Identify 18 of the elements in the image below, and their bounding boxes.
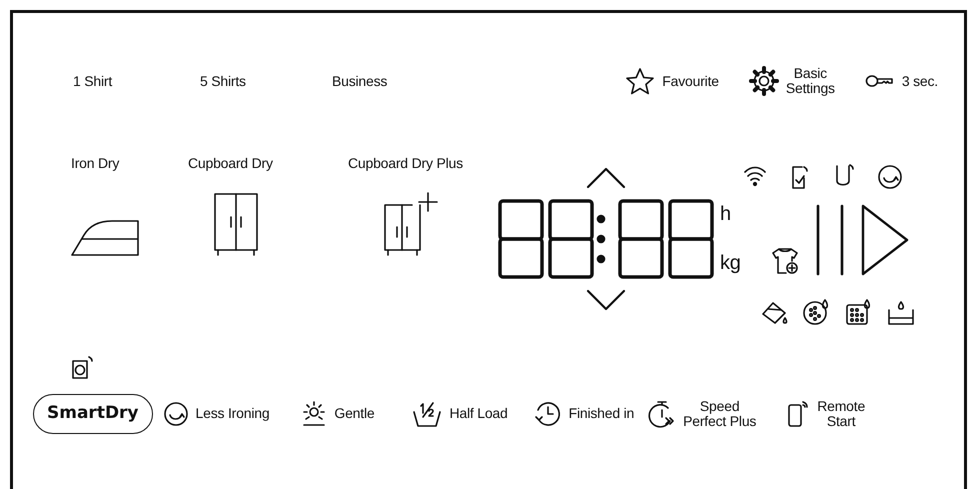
option-button[interactable]: Remote Start [786,399,866,428]
program-option-button[interactable]: 5 Shirts [200,74,332,88]
program-label: Cupboard Dry [188,156,274,171]
option-button[interactable]: Half Load [412,400,508,428]
settings-button[interactable]: Basic Settings [748,66,835,96]
option-button[interactable]: Less Ironing [162,400,270,427]
program-option-button[interactable]: 1 Shirt [73,74,200,88]
unit-label: h [720,204,732,224]
unit-label: kg [720,252,741,274]
option-button[interactable]: Finished in [534,400,634,428]
smartdry-button[interactable]: SmartDry [33,394,153,434]
program-label: Cupboard Dry Plus [348,156,464,171]
favourite-button[interactable]: Favourite [625,67,719,95]
program-label: Iron Dry [71,156,120,171]
option-button[interactable]: Gentle [301,400,374,427]
program-option-button[interactable]: Business [332,74,472,88]
child-lock-button[interactable]: 3 sec. [864,74,938,88]
option-button[interactable]: Speed Perfect Plus [648,398,756,429]
